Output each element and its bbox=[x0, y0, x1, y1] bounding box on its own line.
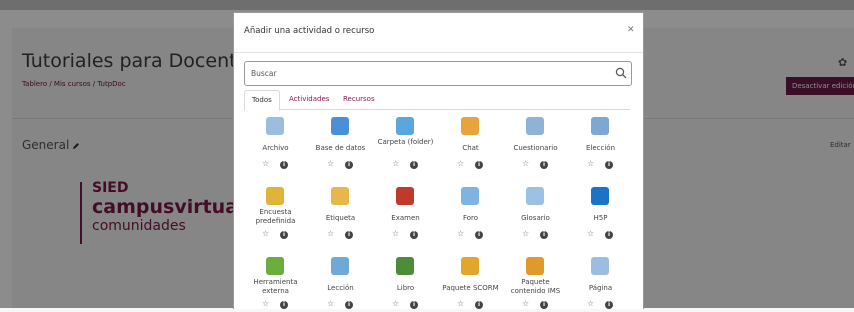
info-icon[interactable]: i bbox=[345, 231, 353, 239]
activity-label: Carpeta (folder) bbox=[377, 138, 434, 146]
activity-label: Glosario bbox=[521, 214, 550, 222]
activity-label: Herramienta externa bbox=[253, 278, 298, 295]
activity-label: Base de datos bbox=[315, 144, 366, 152]
star-icon[interactable]: ☆ bbox=[392, 159, 399, 168]
activity-label: H5P bbox=[593, 214, 608, 222]
book-icon bbox=[396, 257, 414, 275]
activity-item[interactable]: Herramienta externa ☆ i bbox=[244, 249, 307, 312]
modal-title: Añadir una actividad o recurso bbox=[244, 26, 375, 36]
survey-icon bbox=[266, 187, 284, 205]
activity-item[interactable]: Etiqueta ☆ i bbox=[309, 179, 372, 242]
star-icon[interactable]: ☆ bbox=[327, 229, 334, 238]
star-icon[interactable]: ☆ bbox=[587, 229, 594, 238]
info-icon[interactable]: i bbox=[540, 231, 548, 239]
star-icon[interactable]: ☆ bbox=[392, 229, 399, 238]
activity-item[interactable]: Cuestionario ☆ i bbox=[504, 109, 567, 172]
activity-item[interactable]: Chat ☆ i bbox=[439, 109, 502, 172]
quiz-icon bbox=[526, 117, 544, 135]
activity-label: Paquete contenido IMS bbox=[510, 278, 561, 295]
search-input[interactable]: Buscar bbox=[251, 69, 277, 78]
activity-item[interactable]: Paquete contenido IMS ☆ i bbox=[504, 249, 567, 312]
lesson-icon bbox=[331, 257, 349, 275]
star-icon[interactable]: ☆ bbox=[262, 299, 269, 308]
activity-item[interactable]: Examen ☆ i bbox=[374, 179, 437, 242]
star-icon[interactable]: ☆ bbox=[327, 159, 334, 168]
database-icon bbox=[331, 117, 349, 135]
modal-header: Añadir una actividad o recurso ✕ bbox=[234, 13, 643, 53]
info-icon[interactable]: i bbox=[540, 161, 548, 169]
file-icon bbox=[266, 117, 284, 135]
search-icon[interactable] bbox=[615, 67, 627, 79]
activity-item[interactable]: Lección ☆ i bbox=[309, 249, 372, 312]
activity-label: Foro bbox=[462, 214, 479, 222]
info-icon[interactable]: i bbox=[410, 231, 418, 239]
star-icon[interactable]: ☆ bbox=[587, 299, 594, 308]
folder-icon bbox=[396, 117, 414, 135]
chat-icon bbox=[461, 117, 479, 135]
activity-item[interactable]: Base de datos ☆ i bbox=[309, 109, 372, 172]
star-icon[interactable]: ☆ bbox=[522, 299, 529, 308]
tab-actividades[interactable]: Actividades bbox=[282, 90, 336, 109]
puzzle-icon bbox=[266, 257, 284, 275]
h5p-icon bbox=[591, 187, 609, 205]
info-icon[interactable]: i bbox=[605, 161, 613, 169]
star-icon[interactable]: ☆ bbox=[327, 299, 334, 308]
info-icon[interactable]: i bbox=[475, 231, 483, 239]
checkbox-icon bbox=[396, 187, 414, 205]
info-icon[interactable]: i bbox=[345, 161, 353, 169]
ims-icon bbox=[526, 257, 544, 275]
activity-label: Cuestionario bbox=[513, 144, 558, 152]
activity-label: Página bbox=[588, 284, 613, 292]
info-icon[interactable]: i bbox=[605, 231, 613, 239]
star-icon[interactable]: ☆ bbox=[522, 229, 529, 238]
star-icon[interactable]: ☆ bbox=[262, 229, 269, 238]
activity-label: Examen bbox=[391, 214, 420, 222]
info-icon[interactable]: i bbox=[280, 161, 288, 169]
close-icon[interactable]: ✕ bbox=[627, 25, 635, 35]
glossary-icon bbox=[526, 187, 544, 205]
star-icon[interactable]: ☆ bbox=[457, 299, 464, 308]
activity-item[interactable]: Libro ☆ i bbox=[374, 249, 437, 312]
forum-icon bbox=[461, 187, 479, 205]
star-icon[interactable]: ☆ bbox=[457, 159, 464, 168]
star-icon[interactable]: ☆ bbox=[262, 159, 269, 168]
activity-item[interactable]: Foro ☆ i bbox=[439, 179, 502, 242]
activity-grid: Archivo ☆ i Base de datos ☆ i Carpeta (folder)… bbox=[244, 109, 630, 309]
activity-item[interactable]: Paquete SCORM ☆ i bbox=[439, 249, 502, 312]
tag-icon bbox=[331, 187, 349, 205]
star-icon[interactable]: ☆ bbox=[587, 159, 594, 168]
star-icon[interactable]: ☆ bbox=[522, 159, 529, 168]
activity-item[interactable]: Archivo ☆ i bbox=[244, 109, 307, 172]
info-icon[interactable]: i bbox=[475, 161, 483, 169]
activity-label: Libro bbox=[396, 284, 415, 292]
activity-label: Etiqueta bbox=[325, 214, 356, 222]
info-icon[interactable]: i bbox=[280, 231, 288, 239]
activity-label: Archivo bbox=[262, 144, 289, 152]
activity-label: Paquete SCORM bbox=[442, 284, 499, 292]
chooser-tabs: Todos Actividades Recursos bbox=[244, 90, 630, 111]
info-icon[interactable]: i bbox=[410, 161, 418, 169]
activity-chooser-modal: Añadir una actividad o recurso ✕ Buscar … bbox=[233, 12, 644, 309]
activity-item[interactable]: Encuesta predefinida ☆ i bbox=[244, 179, 307, 242]
search-field[interactable]: Buscar bbox=[244, 61, 632, 86]
page-icon bbox=[591, 257, 609, 275]
activity-label: Elección bbox=[585, 144, 616, 152]
activity-label: Lección bbox=[327, 284, 354, 292]
star-icon[interactable]: ☆ bbox=[392, 299, 399, 308]
activity-label: Chat bbox=[462, 144, 479, 152]
activity-item[interactable]: Página ☆ i bbox=[569, 249, 632, 312]
activity-item[interactable]: H5P ☆ i bbox=[569, 179, 632, 242]
star-icon[interactable]: ☆ bbox=[457, 229, 464, 238]
activity-item[interactable]: Glosario ☆ i bbox=[504, 179, 567, 242]
tab-todos[interactable]: Todos bbox=[244, 90, 280, 111]
question-icon bbox=[591, 117, 609, 135]
tab-recursos[interactable]: Recursos bbox=[336, 90, 382, 109]
activity-item[interactable]: Elección ☆ i bbox=[569, 109, 632, 172]
scorm-icon bbox=[461, 257, 479, 275]
activity-item[interactable]: Carpeta (folder) ☆ i bbox=[374, 109, 437, 172]
activity-label: Encuesta predefinida bbox=[255, 208, 296, 225]
